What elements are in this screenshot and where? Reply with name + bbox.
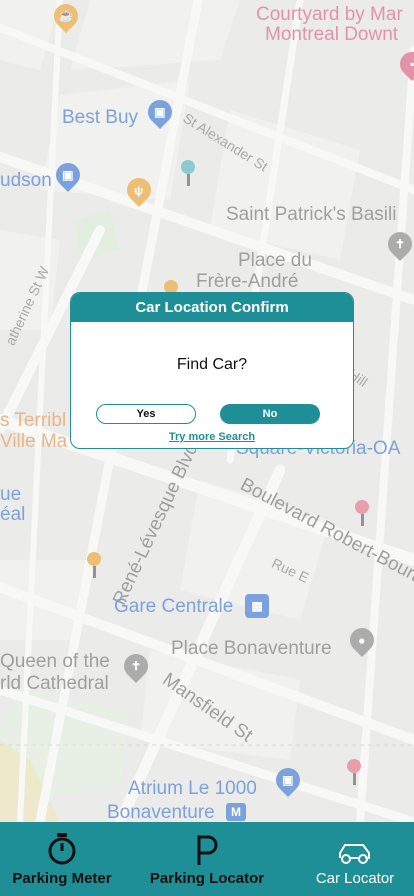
no-button[interactable]: No bbox=[220, 404, 320, 424]
tab-label: Car Locator bbox=[315, 870, 395, 887]
dialog-question: Find Car? bbox=[176, 356, 248, 373]
bottom-tab-bar: Parking Meter Parking Locator Car Locato… bbox=[0, 822, 414, 896]
dialog-title: Car Location Confirm bbox=[71, 293, 353, 322]
parking-p-icon bbox=[195, 822, 219, 866]
try-more-search-link[interactable]: Try more Search bbox=[71, 431, 353, 443]
tab-parking-locator[interactable]: Parking Locator bbox=[140, 822, 274, 896]
tab-parking-meter[interactable]: Parking Meter bbox=[0, 822, 124, 896]
car-icon bbox=[337, 822, 373, 866]
car-location-dialog: Car Location Confirm Find Car? Yes No Tr… bbox=[70, 292, 354, 449]
tab-label: Parking Meter bbox=[12, 870, 112, 887]
tab-car-locator[interactable]: Car Locator bbox=[300, 822, 410, 896]
tab-label: Parking Locator bbox=[149, 870, 265, 887]
stopwatch-icon bbox=[47, 822, 77, 866]
yes-button[interactable]: Yes bbox=[96, 404, 196, 424]
